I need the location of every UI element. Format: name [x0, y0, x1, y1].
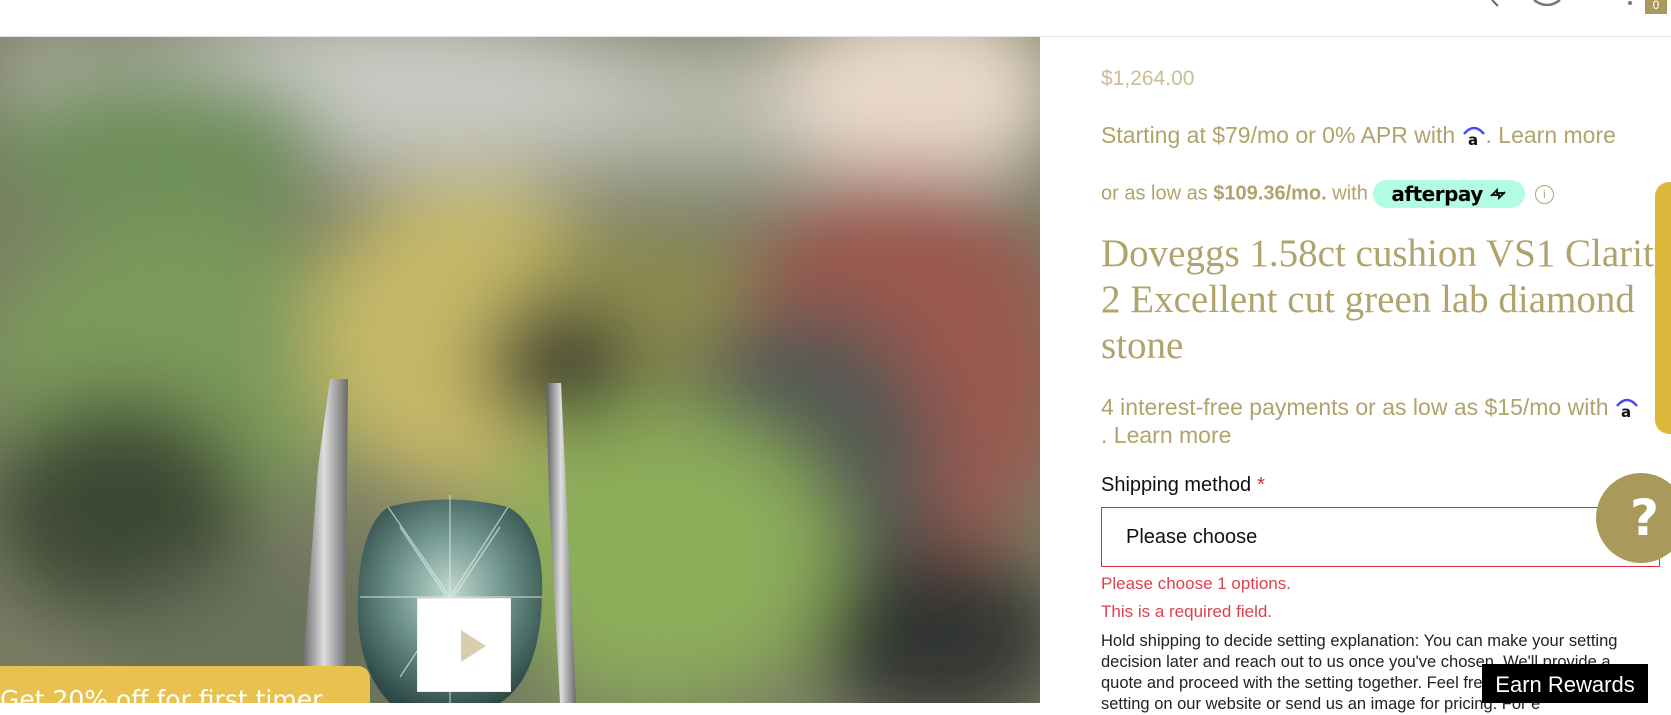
afterpay-with: with [1332, 182, 1368, 205]
product-video-thumbnail [0, 37, 1040, 703]
affirm-logo-icon: a [1615, 396, 1639, 421]
product-price: $1,264.00 [1101, 67, 1195, 90]
account-icon[interactable] [1532, 0, 1562, 6]
afterpay-arrows-icon [1490, 187, 1506, 201]
error-required-field: This is a required field. [1101, 602, 1273, 621]
afterpay-amount: $109.36/mo. [1213, 182, 1327, 205]
first-timer-promo-banner[interactable]: Get 20% off for first timer now! [0, 666, 370, 703]
svg-text:a: a [1621, 403, 1631, 418]
interest-text: 4 interest-free payments or as low as $1… [1101, 394, 1609, 420]
shipping-label-text: Shipping method [1101, 474, 1252, 496]
afterpay-info-icon[interactable]: i [1534, 184, 1554, 204]
shipping-method-select[interactable]: Please choose [1101, 507, 1660, 567]
afterpay-brand: afterpay [1391, 182, 1483, 206]
cart-icon[interactable] [1618, 0, 1640, 8]
product-media[interactable]: Get 20% off for first timer now! [0, 37, 1040, 703]
shipping-method-label: Shipping method * [1101, 474, 1265, 497]
error-choose-options: Please choose 1 options. [1101, 574, 1291, 593]
required-asterisk: * [1257, 474, 1265, 496]
product-info: $1,264.00 Starting at $79/mo or 0% APR w… [1101, 37, 1671, 713]
affirm-learn-more-link[interactable]: . Learn more [1486, 122, 1616, 148]
site-header: 0 [0, 0, 1671, 37]
afterpay-prefix: or as low as [1101, 182, 1208, 205]
afterpay-badge[interactable]: afterpay [1373, 180, 1526, 208]
svg-text:a: a [1468, 131, 1478, 146]
affirm-financing-line: Starting at $79/mo or 0% APR with a . Le… [1101, 122, 1616, 149]
affirm-logo-icon: a [1462, 124, 1486, 149]
play-icon [461, 630, 486, 662]
search-icon[interactable] [1480, 0, 1506, 8]
product-title: Doveggs 1.58ct cushion VS1 Clarity 2 Exc… [1101, 232, 1671, 367]
cart-count-badge[interactable]: 0 [1645, 0, 1667, 14]
affirm-interest-line: 4 interest-free payments or as low as $1… [1101, 393, 1641, 449]
play-video-button[interactable] [418, 599, 510, 691]
side-drawer-tab[interactable] [1655, 182, 1671, 434]
afterpay-line: or as low as $109.36/mo. with afterpay i [1101, 180, 1554, 208]
interest-learn-more-link[interactable]: Learn more [1114, 422, 1232, 448]
earn-rewards-button[interactable]: Earn Rewards [1482, 664, 1648, 703]
affirm-text: Starting at $79/mo or 0% APR with [1101, 122, 1456, 148]
